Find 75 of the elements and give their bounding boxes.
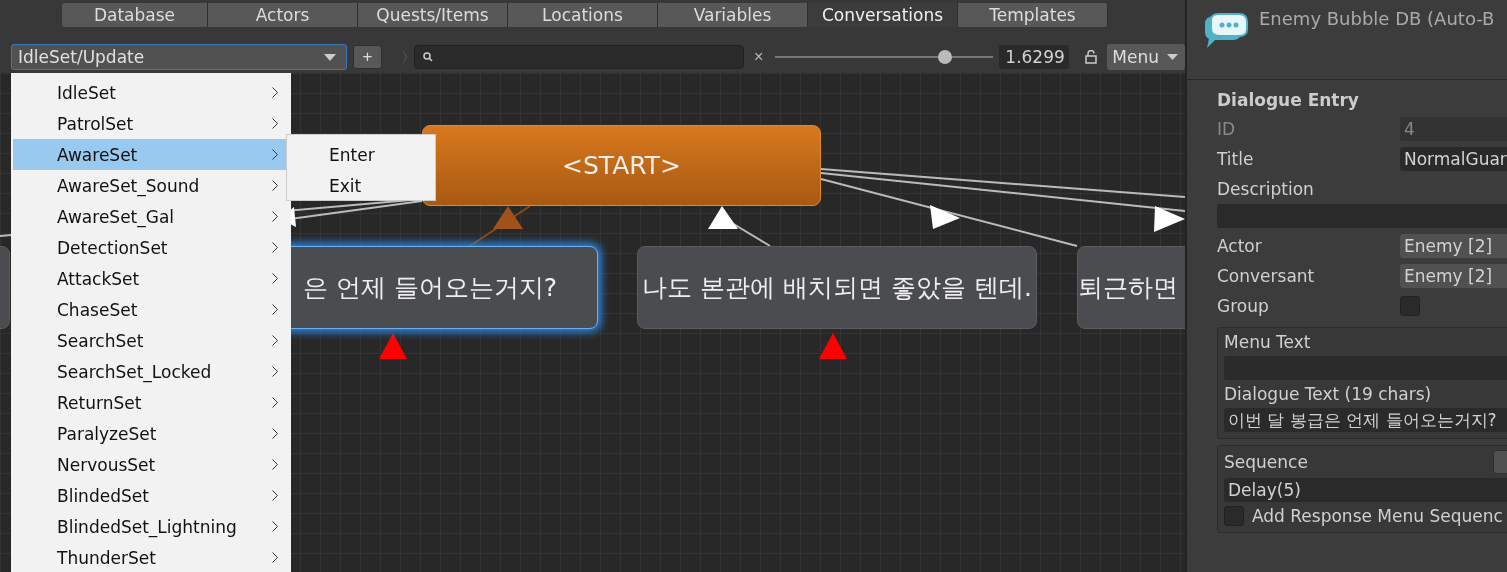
chevron-icon bbox=[272, 397, 278, 408]
menu-item[interactable]: PatrolSet bbox=[13, 108, 291, 139]
menu-item[interactable]: ReturnSet bbox=[13, 387, 291, 418]
dialogue-node[interactable]: 퇴근하면 bbox=[1077, 246, 1185, 329]
lock-icon[interactable] bbox=[1085, 50, 1098, 64]
checkbox[interactable] bbox=[1400, 296, 1420, 316]
search-icon bbox=[423, 52, 433, 62]
search-field[interactable] bbox=[414, 45, 744, 69]
chevron-icon bbox=[272, 335, 278, 346]
menu-item[interactable]: BlindedSet bbox=[13, 480, 291, 511]
chevron-icon bbox=[272, 521, 278, 532]
menu-item[interactable]: ThunderSet bbox=[13, 542, 291, 572]
inspector-title: Enemy Bubble DB (Auto-B bbox=[1259, 8, 1495, 29]
chevron-icon bbox=[272, 428, 278, 439]
chevron-icon bbox=[272, 87, 278, 98]
tab[interactable]: Variables bbox=[658, 3, 808, 27]
warning-marker bbox=[379, 333, 407, 359]
field-label: ID bbox=[1217, 119, 1237, 139]
field-label: Dialogue Text (19 chars) bbox=[1224, 384, 1433, 404]
clear-button[interactable]: × bbox=[753, 48, 764, 66]
checkbox-label: Add Response Menu Sequenc bbox=[1252, 506, 1503, 526]
menu-item[interactable]: AwareSet_Gal bbox=[13, 201, 291, 232]
node-text: 은 언제 들어오는거지? bbox=[302, 272, 558, 304]
caret-icon bbox=[1167, 54, 1178, 60]
field-label: Conversant bbox=[1217, 266, 1316, 286]
menu-button[interactable]: Menu bbox=[1107, 44, 1185, 70]
tab[interactable]: Quests/Items bbox=[358, 3, 508, 27]
chevron-icon bbox=[272, 552, 278, 563]
connector-arrow bbox=[708, 206, 771, 247]
menu-item[interactable]: IdleSet bbox=[13, 77, 291, 108]
field-label: Title bbox=[1217, 149, 1255, 169]
slider-thumb[interactable] bbox=[938, 50, 953, 64]
menu-item[interactable]: BlindedSet_Lightning bbox=[13, 511, 291, 542]
text-field[interactable]: NormalGuar bbox=[1400, 147, 1507, 171]
dropdown[interactable]: Enemy [2] bbox=[1400, 264, 1507, 288]
tab[interactable]: Locations bbox=[508, 3, 658, 27]
chevron-icon bbox=[272, 366, 278, 377]
node-text: <START> bbox=[562, 151, 681, 180]
caret-icon bbox=[324, 53, 336, 61]
field-label: Actor bbox=[1217, 236, 1263, 256]
node-text: 나도 본관에 배치되면 좋았을 텐데. bbox=[642, 272, 1032, 304]
add-button[interactable]: + bbox=[353, 45, 382, 69]
zoom-field[interactable]: 1.6299 bbox=[999, 45, 1070, 69]
menu-item[interactable]: ParalyzeSet bbox=[13, 418, 291, 449]
menu-item[interactable]: NervousSet bbox=[13, 449, 291, 480]
conversation-dropdown[interactable]: IdleSet/Update bbox=[11, 44, 347, 70]
tab[interactable]: Conversations bbox=[808, 3, 958, 27]
chevron-icon bbox=[402, 50, 408, 64]
node-canvas[interactable] bbox=[0, 73, 1185, 572]
node-text: 퇴근하면 bbox=[1078, 272, 1178, 304]
chevron-icon bbox=[272, 459, 278, 470]
dialogue-text-field[interactable]: 이번 달 봉급은 언제 들어오는거지? bbox=[1224, 408, 1507, 432]
dialogue-node[interactable]: 나도 본관에 배치되면 좋았을 텐데. bbox=[637, 246, 1037, 329]
chevron-icon bbox=[272, 118, 278, 129]
chevron-icon bbox=[272, 149, 278, 160]
tab[interactable]: Templates bbox=[958, 3, 1108, 27]
tab[interactable]: Database bbox=[62, 3, 208, 27]
field-label: Group bbox=[1217, 296, 1270, 316]
chevron-icon bbox=[272, 211, 278, 222]
warning-marker bbox=[819, 333, 847, 359]
dropdown[interactable]: Enemy [2] bbox=[1400, 234, 1507, 258]
sequence-field[interactable]: Delay(5) bbox=[1224, 478, 1507, 502]
section-heading: Dialogue Entry bbox=[1217, 89, 1360, 112]
menu-item[interactable]: SearchSet_Locked bbox=[13, 356, 291, 387]
field-label: Menu Text bbox=[1224, 332, 1312, 352]
tab[interactable]: Actors bbox=[208, 3, 358, 27]
field-label: Sequence bbox=[1224, 452, 1308, 472]
field-label: Description bbox=[1217, 179, 1315, 199]
connector-arrow bbox=[469, 205, 531, 247]
zoom-slider[interactable] bbox=[775, 49, 994, 65]
chevron-icon bbox=[272, 273, 278, 284]
chevron-icon bbox=[272, 490, 278, 501]
chevron-icon bbox=[272, 180, 278, 191]
chevron-icon bbox=[272, 304, 278, 315]
chevron-icon bbox=[272, 242, 278, 253]
